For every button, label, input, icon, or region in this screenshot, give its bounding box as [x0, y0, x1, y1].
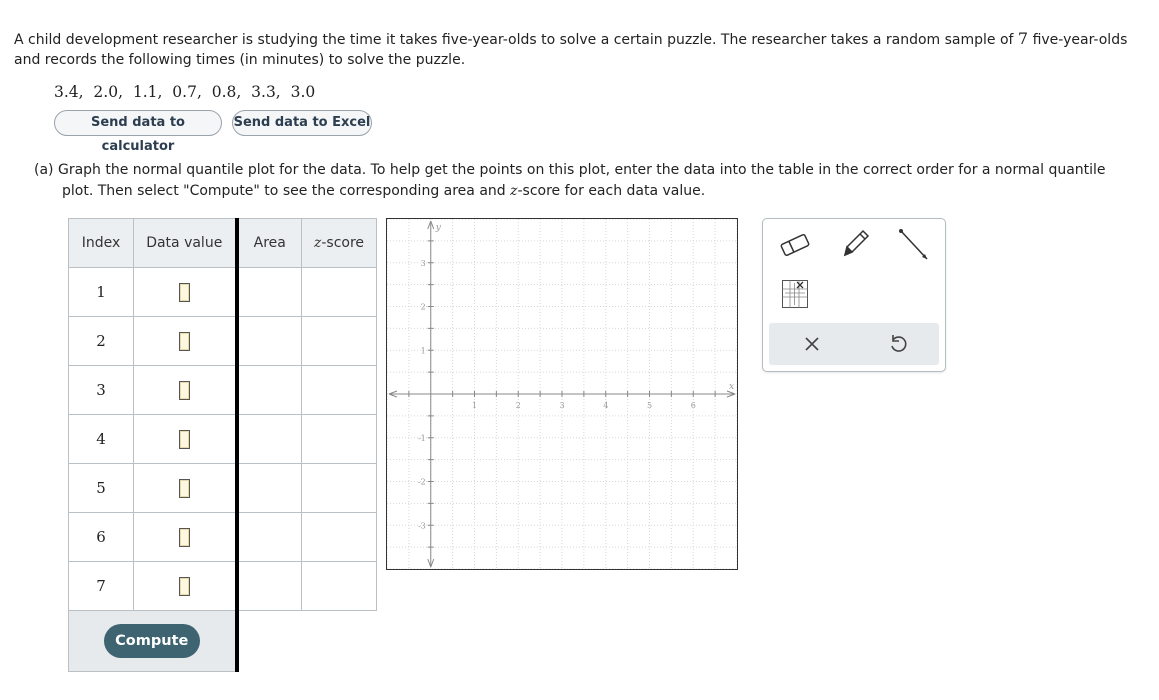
header-zscore: z-score — [301, 218, 377, 268]
y-tick-label: -3 — [418, 521, 426, 530]
undo-icon[interactable] — [885, 331, 911, 357]
zscore-cell — [301, 512, 377, 562]
data-values: 3.4, 2.0, 1.1, 0.7, 0.8, 3.3, 3.0 — [54, 83, 316, 101]
area-cell — [234, 414, 302, 464]
x-tick-label: 3 — [559, 401, 564, 410]
data-value-cell — [133, 463, 237, 513]
row-index: 3 — [68, 365, 134, 415]
table-row: 5 — [68, 463, 377, 513]
data-value-cell — [133, 267, 237, 317]
spacer-cell — [234, 610, 302, 672]
row-index: 1 — [68, 267, 134, 317]
z-letter: z — [510, 183, 518, 199]
data-value-cell — [133, 414, 237, 464]
part-a-label: (a) — [34, 162, 54, 178]
compute-button[interactable]: Compute — [103, 624, 200, 658]
x-axis-label: x — [729, 382, 734, 392]
table-row: 2 — [68, 316, 377, 366]
zscore-cell — [301, 316, 377, 366]
header-index: Index — [68, 218, 134, 268]
zscore-cell — [301, 561, 377, 611]
quantile-table: Index Data value Area z-score 1 2 3 4 5 … — [68, 218, 377, 672]
data-value-input[interactable] — [178, 331, 190, 351]
x-tick-label: 6 — [691, 401, 696, 410]
data-value-input[interactable] — [178, 429, 190, 449]
y-tick-label: 3 — [421, 259, 426, 268]
graph-toolbox — [762, 218, 946, 372]
close-icon[interactable] — [799, 331, 825, 357]
graph-svg[interactable]: 1 2 3 4 5 6 3 2 1 -1 -2 -3 x y — [386, 218, 738, 570]
compute-cell: Compute — [68, 610, 237, 672]
data-value-input[interactable] — [178, 478, 190, 498]
y-tick-label: 1 — [421, 346, 426, 355]
problem-statement: A child development researcher is studyi… — [14, 29, 1144, 70]
part-a-instructions: (a) Graph the normal quantile plot for t… — [34, 160, 1134, 202]
pencil-icon[interactable] — [839, 227, 871, 261]
toolbox-action-bar — [769, 323, 939, 365]
data-value-cell — [133, 365, 237, 415]
part-a-line2: plot. Then select "Compute" to see the c… — [62, 183, 511, 199]
table-row: 4 — [68, 414, 377, 464]
data-value-cell — [133, 512, 237, 562]
x-tick-label: 5 — [647, 401, 652, 410]
y-tick-label: 2 — [421, 303, 426, 312]
area-cell — [234, 267, 302, 317]
graph-area[interactable]: 1 2 3 4 5 6 3 2 1 -1 -2 -3 x y — [386, 218, 738, 570]
row-index: 4 — [68, 414, 134, 464]
send-to-calculator-button[interactable]: Send data to calculator — [54, 110, 222, 154]
table-row: 7 — [68, 561, 377, 611]
data-value-input[interactable] — [178, 282, 190, 302]
data-value-cell — [133, 561, 237, 611]
zscore-cell — [301, 463, 377, 513]
row-index: 6 — [68, 512, 134, 562]
zscore-cell — [301, 267, 377, 317]
row-index: 5 — [68, 463, 134, 513]
sample-size: 7 — [1017, 29, 1029, 48]
compute-row: Compute — [68, 610, 377, 672]
x-tick-label: 2 — [516, 401, 521, 410]
y-tick-label: -2 — [418, 478, 426, 487]
header-area: Area — [234, 218, 302, 268]
row-index: 2 — [68, 316, 134, 366]
table-header-row: Index Data value Area z-score — [68, 218, 377, 268]
part-a-line1: Graph the normal quantile plot for the d… — [57, 162, 1106, 178]
table-row: 1 — [68, 267, 377, 317]
line-segment-icon[interactable] — [897, 227, 931, 263]
table-row: 6 — [68, 512, 377, 562]
problem-text-before: A child development researcher is studyi… — [14, 32, 1014, 48]
eraser-icon[interactable] — [777, 231, 813, 259]
point-grid-icon[interactable] — [781, 279, 809, 309]
table-row: 3 — [68, 365, 377, 415]
data-value-input[interactable] — [178, 380, 190, 400]
area-cell — [234, 316, 302, 366]
data-value-input[interactable] — [178, 576, 190, 596]
row-index: 7 — [68, 561, 134, 611]
y-tick-label: -1 — [418, 434, 426, 443]
area-cell — [234, 365, 302, 415]
data-value-cell — [133, 316, 237, 366]
x-tick-label: 1 — [472, 401, 477, 410]
zscore-cell — [301, 414, 377, 464]
zscore-cell — [301, 365, 377, 415]
data-value-input[interactable] — [178, 527, 190, 547]
part-a-line2-end: -score for each data value. — [517, 183, 706, 199]
spacer-cell — [301, 610, 377, 672]
header-data-value: Data value — [133, 218, 237, 268]
area-cell — [234, 512, 302, 562]
area-cell — [234, 561, 302, 611]
y-axis-label: y — [435, 223, 442, 233]
send-to-excel-button[interactable]: Send data to Excel — [232, 110, 372, 136]
x-tick-label: 4 — [603, 401, 608, 410]
area-cell — [234, 463, 302, 513]
